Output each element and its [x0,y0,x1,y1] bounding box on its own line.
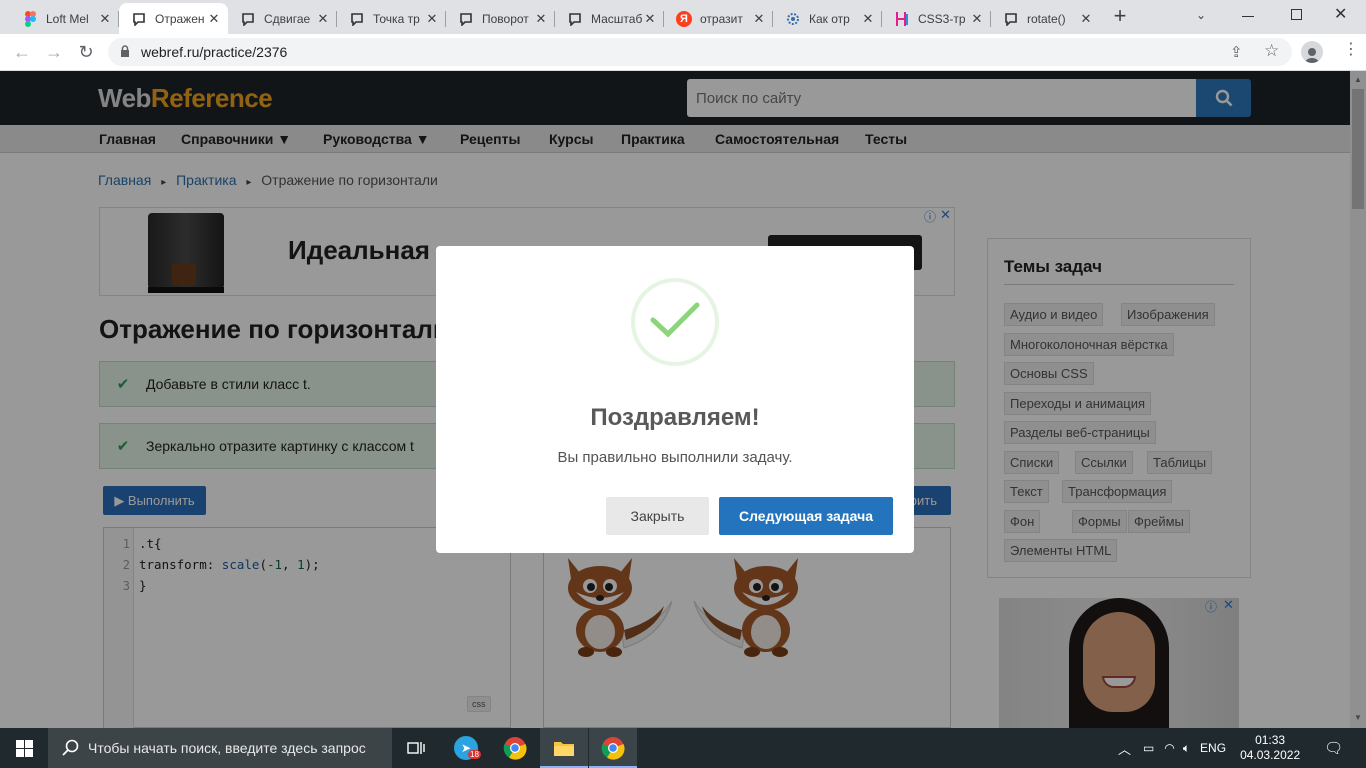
figma-icon [22,10,38,27]
tab[interactable]: Как отр ✕ [773,3,882,34]
close-tab-icon[interactable]: ✕ [533,11,549,27]
success-dialog: Поздравляем! Вы правильно выполнили зада… [436,246,914,553]
system-tray: ︿ ▭ ◠ 🔈︎ ENG 01:33 04.03.2022 🗨︎ [1118,728,1343,768]
notification-badge: 18 [468,750,481,759]
volume-icon[interactable]: 🔈︎ [1183,741,1190,756]
start-button[interactable] [0,728,48,768]
tab-title: Поворот [482,11,529,26]
minimize-icon[interactable] [1242,16,1254,17]
tab-title: отразит [700,11,743,26]
address-bar[interactable]: webref.ru/practice/2376 ⇪ ☆ [108,38,1292,66]
tab[interactable]: Сдвигае ✕ [228,3,337,34]
profile-avatar[interactable] [1301,41,1323,63]
success-check-icon [631,278,719,366]
telegram-icon[interactable]: ➤ 18 [442,728,490,768]
task-view-icon[interactable] [392,728,440,768]
tab-title: Как отр [809,11,850,26]
battery-icon[interactable]: ▭ [1143,741,1154,755]
tab-loft[interactable]: Loft Mel ✕ [10,3,119,34]
comment-icon [567,11,583,27]
notifications-icon[interactable]: 🗨︎ [1324,739,1343,757]
tab-title: CSS3-тр [918,11,966,26]
close-tab-icon[interactable]: ✕ [860,11,876,27]
new-tab-button[interactable]: + [1108,5,1132,29]
next-task-button[interactable]: Следующая задача [719,497,893,535]
chrome-active-icon[interactable] [589,728,637,768]
url-text: webref.ru/practice/2376 [141,44,288,60]
lock-icon [120,45,130,61]
tab-title: Loft Mel [46,11,89,26]
reload-icon[interactable]: ↻ [74,40,98,64]
share-icon[interactable]: ⇪ [1230,43,1243,61]
comment-icon [458,11,474,27]
windows-taskbar: Чтобы начать поиск, введите здесь запрос… [0,728,1366,768]
close-tab-icon[interactable]: ✕ [424,11,440,27]
tab-active[interactable]: Отражен ✕ [119,3,228,34]
tab-title: Точка тр [373,11,420,26]
tab-title: Масштаб [591,11,642,26]
tab-strip: Loft Mel ✕ Отражен ✕ Сдвигае ✕ Точка тр … [0,0,1366,34]
tab-search-icon[interactable]: ⌄ [1196,8,1206,22]
file-explorer-icon[interactable] [540,728,588,768]
language-indicator[interactable]: ENG [1200,741,1226,755]
tab[interactable]: Поворот ✕ [446,3,555,34]
taskbar-search[interactable]: Чтобы начать поиск, введите здесь запрос [48,728,392,768]
wifi-icon[interactable]: ◠ [1164,741,1174,755]
dialog-message: Вы правильно выполнили задачу. [557,449,793,466]
close-tab-icon[interactable]: ✕ [1078,11,1094,27]
yandex-icon: Я [676,10,692,27]
gear-icon [785,11,801,27]
close-tab-icon[interactable]: ✕ [969,11,985,27]
close-tab-icon[interactable]: ✕ [206,11,222,27]
dialog-title: Поздравляем! [590,404,760,431]
chrome-icon[interactable] [491,728,539,768]
tab[interactable]: CSS3-тр ✕ [882,3,991,34]
close-window-icon[interactable]: ✕ [1334,4,1347,24]
htmlbook-icon [894,11,910,27]
tab-title: Сдвигае [264,11,311,26]
close-tab-icon[interactable]: ✕ [97,11,113,27]
tab[interactable]: Я отразит ✕ [664,3,773,34]
tab-title: rotate() [1027,11,1066,26]
tab[interactable]: Масштаб ✕ [555,3,664,34]
comment-icon [131,11,147,27]
windows-icon [15,739,33,757]
tab[interactable]: Точка тр ✕ [337,3,446,34]
back-icon[interactable]: ← [10,40,34,64]
close-tab-icon[interactable]: ✕ [751,11,767,27]
menu-kebab-icon[interactable]: ⋮ [1343,42,1359,58]
clock[interactable]: 01:33 04.03.2022 [1240,733,1300,763]
taskbar-search-placeholder: Чтобы начать поиск, введите здесь запрос [88,740,366,756]
tab-title: Отражен [155,11,205,26]
comment-icon [349,11,365,27]
tab[interactable]: rotate() ✕ [991,3,1100,34]
comment-icon [240,11,256,27]
forward-icon[interactable]: → [42,40,66,64]
comment-icon [1003,11,1019,27]
tray-chevron-icon[interactable]: ︿ [1118,739,1131,758]
search-icon [62,739,79,756]
close-tab-icon[interactable]: ✕ [642,11,658,27]
maximize-icon[interactable] [1291,9,1302,20]
bookmark-star-icon[interactable]: ☆ [1264,41,1279,61]
close-tab-icon[interactable]: ✕ [315,11,331,27]
close-button[interactable]: Закрыть [606,497,709,535]
